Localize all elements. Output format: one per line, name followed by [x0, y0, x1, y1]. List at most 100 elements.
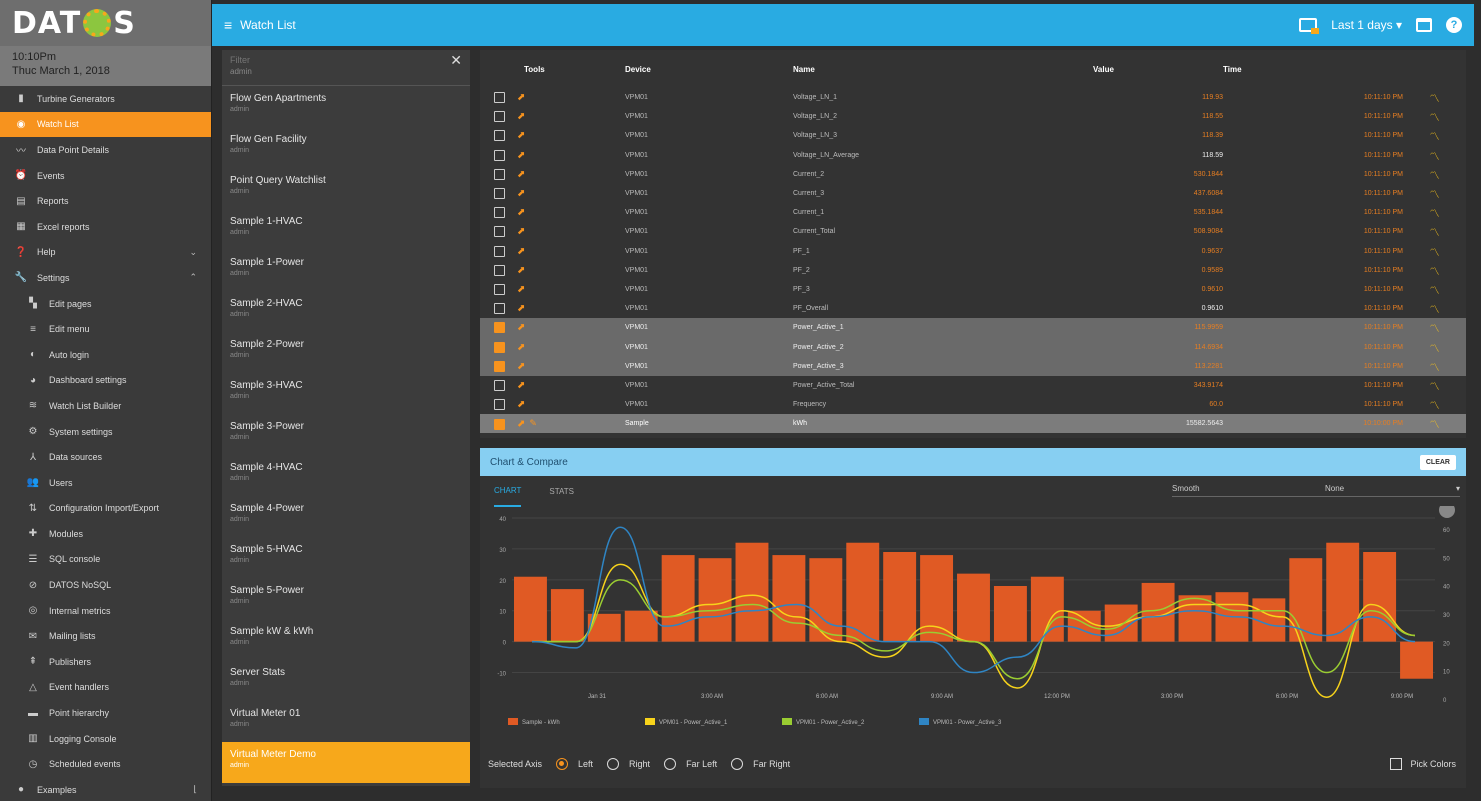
- sparkline-icon[interactable]: 〽: [1430, 344, 1440, 355]
- trend-icon[interactable]: ⬈: [517, 399, 525, 410]
- close-icon[interactable]: ✕: [450, 52, 462, 69]
- col-time[interactable]: Time: [1223, 50, 1403, 88]
- table-row[interactable]: ⬈ VPM01 Power_Active_1 115.9959 10:11:10 PM 〽: [480, 318, 1466, 338]
- trend-icon[interactable]: ⬈: [517, 322, 525, 333]
- watchlist-item[interactable]: Virtual Meter Demo admin: [222, 742, 470, 783]
- watchlist-item[interactable]: Sample kW & kWh admin: [222, 619, 470, 660]
- help-icon[interactable]: ?: [1446, 17, 1462, 33]
- sparkline-icon[interactable]: 〽: [1430, 267, 1440, 278]
- caret-icon[interactable]: ⌊: [193, 784, 197, 795]
- trend-icon[interactable]: ⬈: [517, 150, 525, 161]
- table-row[interactable]: ⬈ VPM01 Current_Total 508.9084 10:11:10 PM 〽: [480, 222, 1466, 241]
- sidebar-item-watch-list-builder[interactable]: ≋ Watch List Builder: [0, 393, 211, 419]
- sparkline-icon[interactable]: 〽: [1430, 171, 1440, 182]
- sidebar-item-users[interactable]: 👥 Users: [0, 470, 211, 496]
- watchlist-item[interactable]: Sample 4-HVAC admin: [222, 455, 470, 496]
- trend-icon[interactable]: ⬈: [517, 284, 525, 295]
- table-row[interactable]: ⬈ VPM01 PF_2 0.9589 10:11:10 PM 〽: [480, 261, 1466, 280]
- sidebar-item-mailing-lists[interactable]: ✉ Mailing lists: [0, 623, 211, 649]
- trend-icon[interactable]: ⬈: [517, 419, 525, 430]
- table-row[interactable]: ⬈ VPM01 Voltage_LN_3 118.39 10:11:10 PM 〽: [480, 126, 1466, 145]
- row-checkbox[interactable]: [494, 111, 505, 123]
- pick-colors-checkbox[interactable]: [1390, 758, 1403, 770]
- watchlist-item[interactable]: Sample 2-Power admin: [222, 332, 470, 373]
- sidebar-item-configuration-import-export[interactable]: ⇅ Configuration Import/Export: [0, 496, 211, 522]
- compare-chart[interactable]: 40 30 20 10 0 -10 60 50 40 30 20 10 0 Jan 31 3:00 AM 6:…: [480, 506, 1466, 751]
- axis-right-radio[interactable]: [607, 758, 620, 770]
- watchlist-item[interactable]: Flow Gen Apartments admin: [222, 86, 470, 127]
- row-checkbox[interactable]: [494, 379, 505, 391]
- sidebar-item-settings[interactable]: 🔧 Settings ⌃: [0, 265, 211, 291]
- watchlist-item[interactable]: Point Query Watchlist admin: [222, 168, 470, 209]
- row-checkbox[interactable]: [494, 207, 505, 219]
- trend-icon[interactable]: ⬈: [517, 207, 525, 218]
- table-row[interactable]: ⬈ VPM01 Voltage_LN_2 118.55 10:11:10 PM 〽: [480, 107, 1466, 126]
- caret-icon[interactable]: ⌃: [189, 272, 197, 283]
- sidebar-item-modules[interactable]: ✚ Modules: [0, 521, 211, 547]
- watchlist-item[interactable]: Sample 2-HVAC admin: [222, 291, 470, 332]
- sparkline-icon[interactable]: 〽: [1430, 363, 1440, 374]
- table-row[interactable]: ⬈ VPM01 Power_Active_2 114.6934 10:11:10 PM 〽: [480, 337, 1466, 357]
- sidebar-item-edit-menu[interactable]: ≡ Edit menu: [0, 316, 211, 342]
- trend-icon[interactable]: ⬈: [517, 169, 525, 180]
- row-checkbox[interactable]: [494, 341, 505, 353]
- monitor-icon[interactable]: [1299, 18, 1320, 34]
- brand[interactable]: DAT S: [0, 0, 211, 46]
- sidebar-item-datos-nosql[interactable]: ⊘ DATOS NoSQL: [0, 572, 211, 598]
- sidebar-item-edit-pages[interactable]: ▚ Edit pages: [0, 291, 211, 317]
- watchlist-item[interactable]: Server Stats admin: [222, 660, 470, 701]
- sparkline-icon[interactable]: 〽: [1430, 248, 1440, 259]
- row-checkbox[interactable]: [494, 322, 505, 334]
- trend-icon[interactable]: ⬈: [517, 92, 525, 103]
- axis-far-right-radio[interactable]: [731, 758, 744, 770]
- trend-icon[interactable]: ⬈: [517, 246, 525, 257]
- trend-icon[interactable]: ⬈: [517, 226, 525, 237]
- row-checkbox[interactable]: [494, 168, 505, 180]
- sidebar-item-events[interactable]: ⏰ Events: [0, 163, 211, 189]
- trend-icon[interactable]: ⬈: [517, 303, 525, 314]
- sparkline-icon[interactable]: 〽: [1430, 209, 1440, 220]
- sidebar-item-logging-console[interactable]: ▥ Logging Console: [0, 726, 211, 752]
- trend-icon[interactable]: ⬈: [517, 265, 525, 276]
- watchlist-item[interactable]: Sample 5-Power admin: [222, 578, 470, 619]
- row-checkbox[interactable]: [494, 283, 505, 295]
- table-row[interactable]: ⬈ VPM01 Current_2 530.1844 10:11:10 PM 〽: [480, 165, 1466, 184]
- row-checkbox[interactable]: [494, 245, 505, 257]
- tab-stats[interactable]: STATS: [549, 477, 574, 506]
- sidebar-item-turbine-generators[interactable]: ▮ Turbine Generators: [0, 86, 211, 112]
- sidebar-item-event-handlers[interactable]: △ Event handlers: [0, 675, 211, 701]
- sidebar-item-examples[interactable]: ● Examples ⌊: [0, 777, 211, 801]
- watchlist-item[interactable]: Sample 1-Power admin: [222, 250, 470, 291]
- sparkline-icon[interactable]: 〽: [1430, 401, 1440, 412]
- col-device[interactable]: Device: [625, 50, 793, 88]
- sidebar-item-help[interactable]: ❓ Help ⌄: [0, 240, 211, 266]
- watchlist-item[interactable]: Sample 1-HVAC admin: [222, 209, 470, 250]
- edit-icon[interactable]: ✎: [529, 418, 537, 428]
- caret-icon[interactable]: ⌄: [189, 247, 197, 258]
- col-value[interactable]: Value: [1093, 50, 1223, 88]
- watchlist-item[interactable]: Virtual Meter 01 admin: [222, 701, 470, 742]
- sidebar-item-dashboard-settings[interactable]: ◕ Dashboard settings: [0, 368, 211, 394]
- sidebar-item-data-sources[interactable]: ⅄ Data sources: [0, 444, 211, 470]
- none-select[interactable]: None ▾: [1300, 484, 1460, 497]
- sparkline-icon[interactable]: 〽: [1430, 190, 1440, 201]
- sidebar-item-point-hierarchy[interactable]: ▬ Point hierarchy: [0, 700, 211, 726]
- watchlist-item[interactable]: Sample 5-HVAC admin: [222, 537, 470, 578]
- tab-chart[interactable]: CHART: [494, 476, 522, 507]
- row-checkbox[interactable]: [494, 226, 505, 238]
- table-row[interactable]: ⬈ ✎ Sample kWh 15582.5643 10:10:00 PM 〽: [480, 414, 1466, 434]
- table-row[interactable]: ⬈ VPM01 PF_3 0.9610 10:11:10 PM 〽: [480, 280, 1466, 299]
- sidebar-item-excel-reports[interactable]: ▦ Excel reports: [0, 214, 211, 240]
- sparkline-icon[interactable]: 〽: [1430, 420, 1440, 431]
- trend-icon[interactable]: ⬈: [517, 361, 525, 372]
- trend-icon[interactable]: ⬈: [517, 111, 525, 122]
- reset-zoom-icon[interactable]: [1439, 506, 1455, 518]
- sparkline-icon[interactable]: 〽: [1430, 286, 1440, 297]
- watchlist-item[interactable]: Sample 3-Power admin: [222, 414, 470, 455]
- trend-icon[interactable]: ⬈: [517, 130, 525, 141]
- row-checkbox[interactable]: [494, 303, 505, 315]
- clear-button[interactable]: CLEAR: [1419, 454, 1456, 470]
- axis-left-radio[interactable]: [556, 758, 569, 770]
- sidebar-item-internal-metrics[interactable]: ◎ Internal metrics: [0, 598, 211, 624]
- sparkline-icon[interactable]: 〽: [1430, 152, 1440, 163]
